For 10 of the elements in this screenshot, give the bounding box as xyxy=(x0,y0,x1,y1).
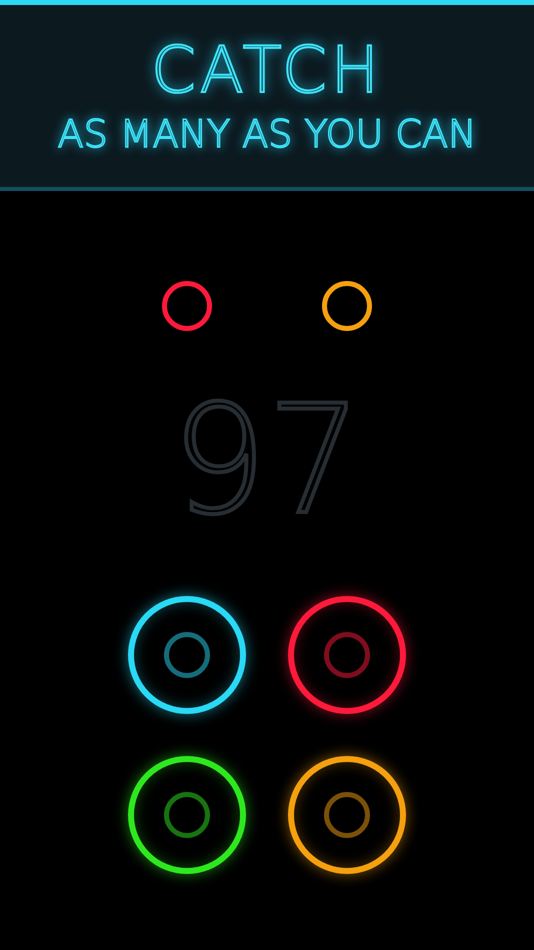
inner-ring-icon xyxy=(164,792,210,838)
catch-button[interactable] xyxy=(128,756,246,874)
catch-button[interactable] xyxy=(288,596,406,714)
catch-button[interactable] xyxy=(128,596,246,714)
inner-ring-icon xyxy=(164,632,210,678)
title-text: CATCH xyxy=(151,39,383,103)
catch-button[interactable] xyxy=(288,756,406,874)
subtitle-text: AS MANY AS YOU CAN xyxy=(58,115,476,153)
inner-ring-icon xyxy=(324,632,370,678)
inner-ring-icon xyxy=(324,792,370,838)
